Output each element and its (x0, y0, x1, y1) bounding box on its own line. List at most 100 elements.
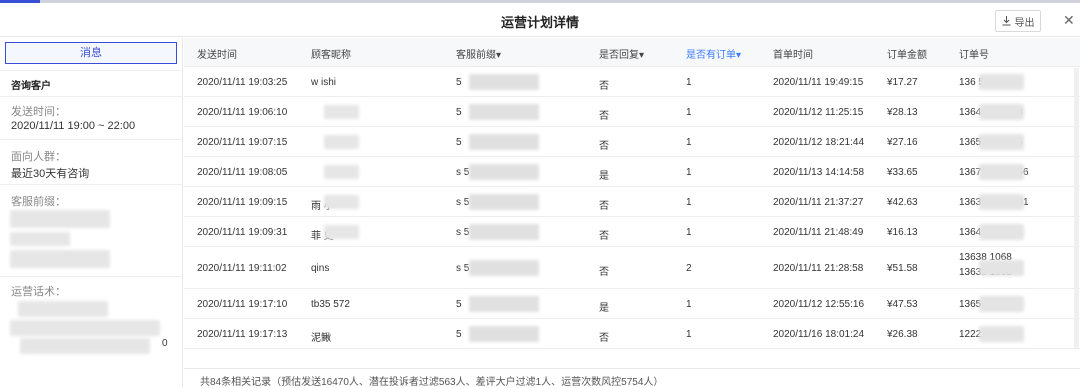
table-row: 2020/11/11 19:06:10 5 否 1 2020/11/12 11:25:1… (184, 97, 1080, 127)
cell-reply: 否 (599, 201, 609, 212)
cell-send: 2020/11/11 19:03:25 (197, 77, 288, 88)
redacted-block (469, 224, 539, 240)
table-row: 2020/11/11 19:11:02 qins s 5 否 2 2020/11/11 2… (184, 247, 1080, 289)
cell-agent: 5 (456, 329, 462, 340)
col-has-order[interactable]: 是否有订单▾ (686, 46, 741, 61)
cell-order: 1 (686, 227, 692, 238)
send-time-title: 发送时间： (11, 106, 66, 118)
cell-order: 1 (686, 197, 692, 208)
close-icon[interactable]: ✕ (1063, 12, 1075, 29)
redacted-block (10, 210, 110, 228)
cell-agent: 5 (456, 107, 462, 118)
redacted-block (469, 74, 539, 90)
cell-agent: s 5 (456, 227, 470, 238)
table-row: 2020/11/11 19:08:05 s 5 是 1 2020/11/13 14:14… (184, 157, 1080, 187)
cell-agent: 5 (456, 77, 462, 88)
cell-send: 2020/11/11 19:06:10 (197, 107, 288, 118)
redacted-block (469, 296, 539, 312)
col-send-time: 发送时间 (197, 50, 237, 61)
agent-title: 客服前缀： (11, 196, 66, 208)
redacted-block (979, 194, 1024, 210)
cell-first: 2020/11/11 19:49:15 (773, 77, 864, 88)
cell-send: 2020/11/11 19:11:02 (197, 263, 287, 274)
cell-amount: ¥51.58 (887, 263, 918, 274)
export-button[interactable]: 导出 (995, 10, 1041, 32)
cell-amount: ¥28.13 (887, 107, 918, 118)
cell-amount: ¥16.13 (887, 227, 918, 238)
col-nickname: 顾客昵称 (311, 50, 351, 61)
customer-label: 咨询客户 (11, 81, 51, 92)
cell-agent: 5 (456, 299, 462, 310)
col-first-order-time: 首单时间 (773, 50, 813, 61)
cell-reply: 是 (599, 303, 609, 314)
script-title: 运营话术： (11, 286, 66, 298)
cell-first: 2020/11/11 21:37:27 (773, 197, 864, 208)
cell-send: 2020/11/11 19:09:31 (197, 227, 288, 238)
redacted-block (469, 104, 539, 120)
cell-send: 2020/11/11 19:09:15 (197, 197, 288, 208)
cell-reply: 否 (599, 111, 609, 122)
message-tab[interactable]: 消息 (5, 42, 177, 64)
cell-agent: s 5 (456, 197, 470, 208)
cell-first: 2020/11/12 11:25:15 (773, 107, 864, 118)
cell-send: 2020/11/11 19:07:15 (197, 137, 288, 148)
cell-amount: ¥27.16 (887, 137, 918, 148)
col-order-no: 订单号 (959, 50, 989, 61)
redacted-block (10, 232, 70, 246)
cell-nick: qins (311, 263, 330, 274)
col-order-amount: 订单金额 (887, 50, 927, 61)
cell-reply: 否 (599, 141, 609, 152)
cell-agent: 5 (456, 137, 462, 148)
cell-reply: 否 (599, 81, 609, 92)
redacted-block (469, 326, 539, 342)
record-summary: 共84条相关记录（预估发送16470人、潜在投诉者过滤563人、差评大户过滤1人… (200, 377, 664, 388)
redacted-block (979, 164, 1024, 180)
redacted-block (324, 105, 359, 119)
scrollbar[interactable] (1074, 68, 1079, 348)
cell-order: 2 (686, 263, 692, 274)
cell-reply: 否 (599, 333, 609, 344)
cell-order: 1 (686, 299, 692, 310)
divider (0, 184, 183, 185)
redacted-block (324, 135, 359, 149)
redacted-block (979, 326, 1024, 342)
col-agent-prefix[interactable]: 客服前缀▾ (456, 46, 501, 61)
redacted-block (469, 194, 539, 210)
sidebar: 消息 咨询客户 发送时间： 2020/11/11 19:00 ~ 22:00 面… (0, 38, 183, 387)
redacted-block (979, 224, 1024, 240)
audience-title: 面向人群： (11, 151, 66, 163)
redacted-block (324, 225, 359, 239)
redacted-block (979, 260, 1024, 276)
table-header: 发送时间 顾客昵称 客服前缀▾ 是否回复▾ 是否有订单▾ 首单时间 订单金额 订… (184, 38, 1080, 67)
table-footer: 共84条相关记录（预估发送16470人、潜在投诉者过滤563人、差评大户过滤1人… (184, 368, 1080, 388)
cell-agent: s 5 (456, 263, 470, 274)
redacted-block (469, 164, 539, 180)
redacted-block (324, 195, 359, 209)
cell-nick: w ishi (311, 77, 337, 88)
cell-send: 2020/11/11 19:17:13 (197, 329, 288, 340)
cell-order: 1 (686, 167, 692, 178)
table-row: 2020/11/11 19:09:31 菲 史s 5 否 1 2020/11/11 21… (184, 217, 1080, 247)
divider (0, 70, 183, 71)
cell-first: 2020/11/16 18:01:24 (773, 329, 865, 340)
cell-reply: 否 (599, 267, 609, 278)
redacted-block (979, 104, 1024, 120)
cell-first: 2020/11/11 21:28:58 (773, 263, 864, 274)
table-row: 2020/11/11 19:17:10 tb35 572 5 是 1 2020/11/12… (184, 289, 1080, 319)
redacted-block (324, 165, 359, 179)
redacted-block (18, 301, 108, 317)
cell-amount: ¥42.63 (887, 197, 918, 208)
cell-reply: 是 (599, 171, 609, 182)
col-replied[interactable]: 是否回复▾ (599, 46, 644, 61)
cell-amount: ¥17.27 (887, 77, 918, 88)
records-table: 发送时间 顾客昵称 客服前缀▾ 是否回复▾ 是否有订单▾ 首单时间 订单金额 订… (184, 38, 1080, 368)
redacted-block (979, 296, 1024, 312)
send-time-value: 2020/11/11 19:00 ~ 22:00 (11, 120, 136, 132)
redacted-block (469, 260, 539, 276)
redacted-block (469, 134, 539, 150)
export-label: 导出 (1014, 17, 1035, 29)
redacted-block (10, 250, 110, 268)
cell-first: 2020/11/12 18:21:44 (773, 137, 865, 148)
audience-value: 最近30天有咨询 (11, 168, 90, 180)
cell-send: 2020/11/11 19:08:05 (197, 167, 288, 178)
